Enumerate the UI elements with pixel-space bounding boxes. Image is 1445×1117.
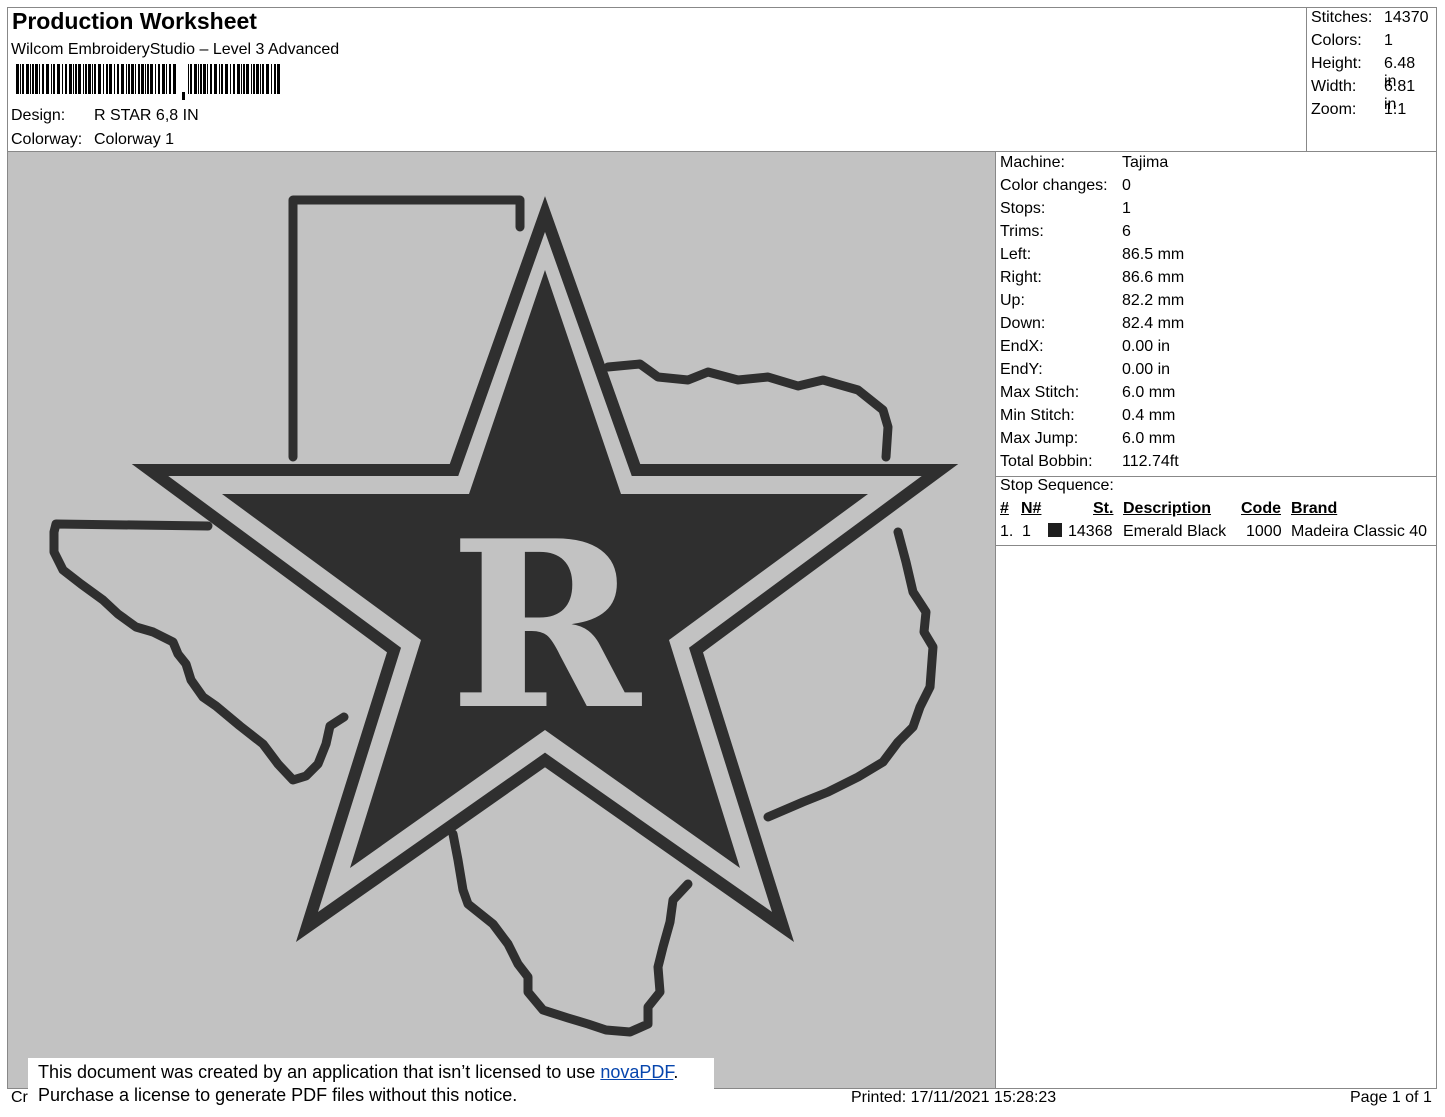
stat-width: Width: 6.81 in <box>1311 78 1416 113</box>
notice-line2: Purchase a license to generate PDF files… <box>38 1085 518 1105</box>
stat-stitches: Stitches: 14370 <box>1311 9 1429 26</box>
info-min-stitch: Min Stitch: 0.4 mm <box>1000 407 1176 424</box>
stat-colors: Colors: 1 <box>1311 32 1393 49</box>
notice-text: This document was created by an applicat… <box>38 1062 601 1082</box>
info-trims: Trims: 6 <box>1000 223 1131 240</box>
info-right: Right: 86.6 mm <box>1000 269 1185 286</box>
info-endy: EndY: 0.00 in <box>1000 361 1171 378</box>
row-stitches: 14368 <box>1068 523 1113 540</box>
page-number: Page 1 of 1 <box>1350 1089 1432 1106</box>
barcode-icon <box>16 64 280 100</box>
info-stops: Stops: 1 <box>1000 200 1131 217</box>
col-idx: # <box>1000 500 1009 517</box>
colorway-value: Colorway 1 <box>94 131 175 148</box>
printed-timestamp: Printed: 17/11/2021 15:28:23 <box>851 1089 1057 1106</box>
stop-sequence-title: Stop Sequence: <box>1000 477 1114 494</box>
info-total-bobbin: Total Bobbin: 112.74ft <box>1000 453 1179 470</box>
info-down: Down: 82.4 mm <box>1000 315 1185 332</box>
embroidery-design-image: R <box>49 195 959 1037</box>
design-label: Design: <box>11 107 66 124</box>
design-letter: R <box>449 491 642 761</box>
color-swatch <box>1048 523 1062 537</box>
col-description: Description <box>1123 500 1212 517</box>
colorway-row: Colorway: Colorway 1 <box>11 131 174 149</box>
col-code: Code <box>1241 500 1281 517</box>
col-brand: Brand <box>1291 500 1338 517</box>
software-name: Wilcom EmbroideryStudio – Level 3 Advanc… <box>11 41 340 58</box>
stat-zoom: Zoom: 1:1 <box>1311 101 1407 118</box>
page-title: Production Worksheet <box>12 8 257 34</box>
colorway-label: Colorway: <box>11 131 83 148</box>
design-row: Design: R STAR 6,8 IN <box>11 107 199 125</box>
info-up: Up: 82.2 mm <box>1000 292 1185 309</box>
info-max-stitch: Max Stitch: 6.0 mm <box>1000 384 1176 401</box>
info-endx: EndX: 0.00 in <box>1000 338 1171 355</box>
license-notice: This document was created by an applicat… <box>28 1058 714 1114</box>
empty-panel <box>995 545 1437 1089</box>
footer-left-fragment: Cr <box>11 1089 28 1106</box>
row-description: Emerald Black <box>1123 523 1227 540</box>
info-machine: Machine: Tajima <box>1000 154 1169 171</box>
info-max-jump: Max Jump: 6.0 mm <box>1000 430 1176 447</box>
row-brand: Madeira Classic 40 <box>1291 523 1428 540</box>
row-idx: 1. <box>1000 523 1014 540</box>
col-stitches: St. <box>1093 500 1114 517</box>
novapdf-link[interactable]: novaPDF <box>600 1062 673 1082</box>
row-code: 1000 <box>1246 523 1282 540</box>
info-left: Left: 86.5 mm <box>1000 246 1185 263</box>
design-value: R STAR 6,8 IN <box>94 107 199 124</box>
row-needle: 1 <box>1022 523 1031 540</box>
col-needle: N# <box>1021 500 1042 517</box>
info-color-changes: Color changes: 0 <box>1000 177 1131 194</box>
stat-height: Height: 6.48 in <box>1311 55 1416 90</box>
